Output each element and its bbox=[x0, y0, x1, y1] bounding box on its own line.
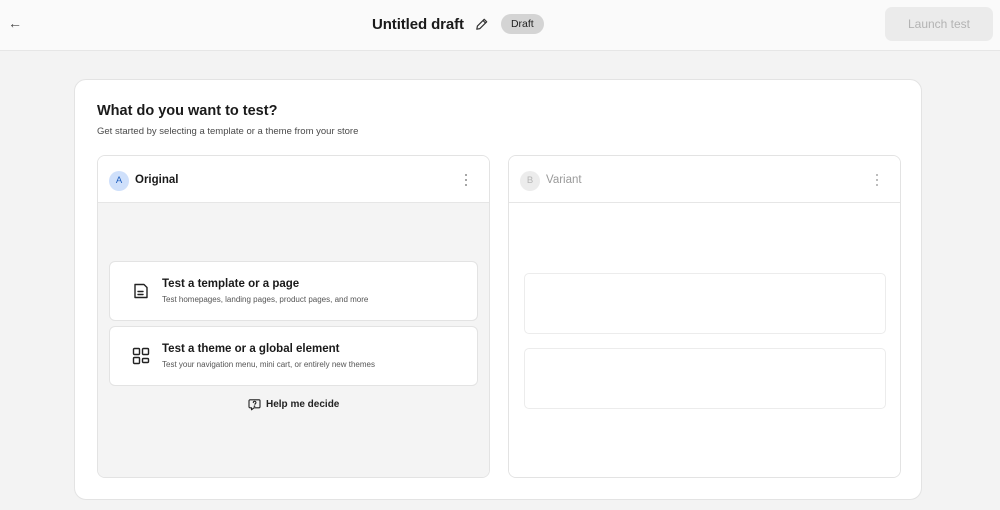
back-button[interactable]: ← bbox=[6, 12, 24, 34]
page-subtitle: Get started by selecting a template or a… bbox=[97, 126, 359, 137]
variant-letter-badge: B bbox=[520, 171, 540, 191]
variant-placeholder-slot bbox=[524, 348, 886, 409]
status-badge: Draft bbox=[500, 14, 544, 34]
arrow-left-icon: ← bbox=[8, 15, 22, 31]
original-panel-header: A Original bbox=[98, 156, 489, 203]
original-label: Original bbox=[135, 174, 179, 186]
original-panel: A Original Test a template or a page Tes… bbox=[97, 155, 490, 478]
help-link-label: Help me decide bbox=[266, 399, 340, 410]
pencil-icon[interactable] bbox=[475, 17, 489, 31]
kebab-menu-icon[interactable] bbox=[872, 173, 882, 187]
test-theme-option[interactable]: Test a theme or a global element Test yo… bbox=[109, 326, 478, 386]
option-title: Test a template or a page bbox=[162, 278, 300, 290]
title-group: Untitled draft Draft bbox=[372, 12, 544, 36]
variant-panel: B Variant bbox=[508, 155, 901, 478]
variant-panel-header: B Variant bbox=[509, 156, 900, 203]
variant-panel-body bbox=[509, 203, 900, 477]
original-panel-body: Test a template or a page Test homepages… bbox=[98, 203, 489, 477]
option-title: Test a theme or a global element bbox=[162, 343, 340, 355]
variant-placeholder-slot bbox=[524, 273, 886, 334]
option-description: Test homepages, landing pages, product p… bbox=[162, 295, 369, 304]
layout-grid-icon bbox=[131, 346, 151, 366]
help-bubble-icon bbox=[248, 398, 261, 411]
page-title: What do you want to test? bbox=[97, 103, 278, 119]
kebab-menu-icon[interactable] bbox=[461, 173, 471, 187]
original-letter-badge: A bbox=[109, 171, 129, 191]
test-template-option[interactable]: Test a template or a page Test homepages… bbox=[109, 261, 478, 321]
variant-label: Variant bbox=[546, 174, 582, 186]
top-bar: ← Untitled draft Draft Launch test bbox=[0, 0, 1000, 51]
test-setup-card: What do you want to test? Get started by… bbox=[74, 79, 922, 500]
page-template-icon bbox=[131, 281, 151, 301]
option-description: Test your navigation menu, mini cart, or… bbox=[162, 360, 375, 369]
launch-test-button[interactable]: Launch test bbox=[885, 7, 993, 41]
draft-title: Untitled draft bbox=[372, 15, 464, 33]
help-me-decide-link[interactable]: Help me decide bbox=[248, 398, 339, 411]
